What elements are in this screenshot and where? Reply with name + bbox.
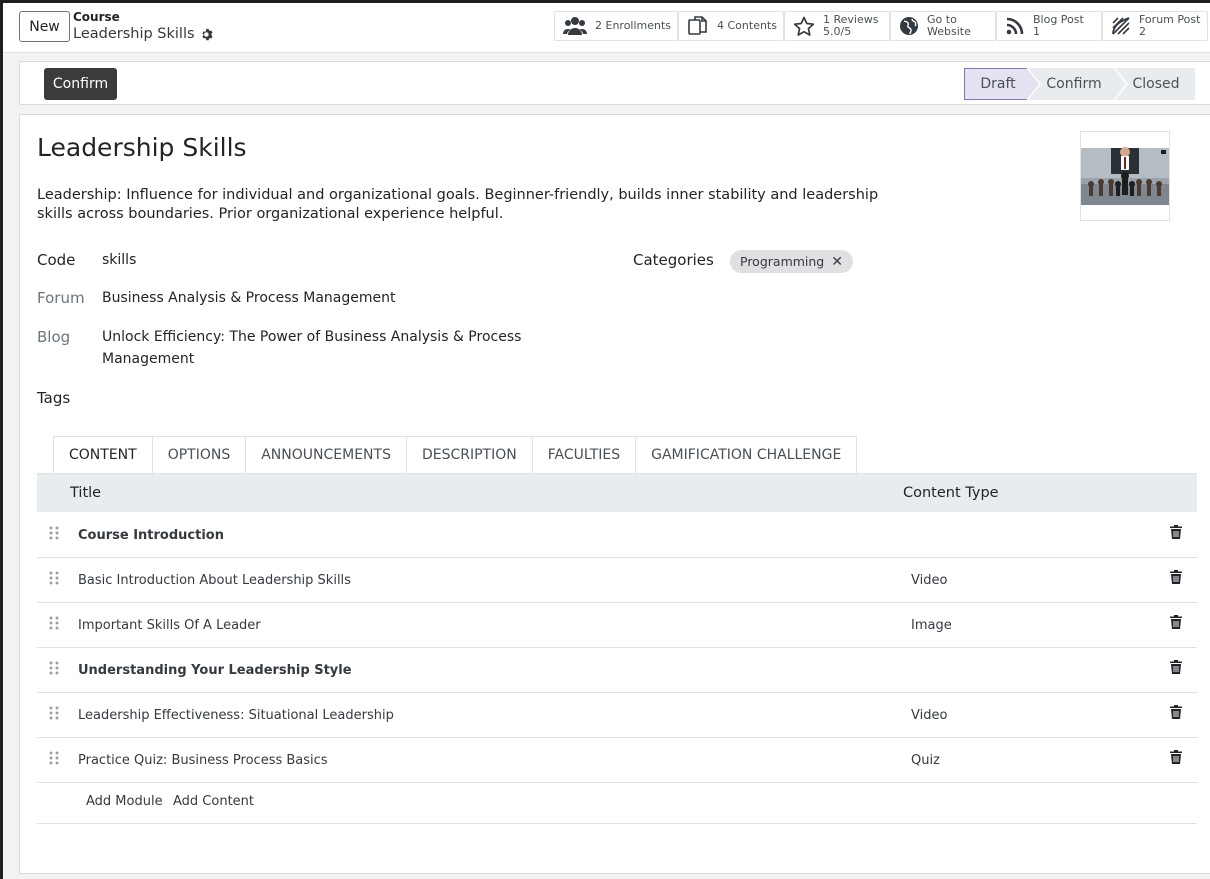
add-module-link[interactable]: Add Module [86, 794, 163, 809]
forum-post-stat-button[interactable]: Forum Post 2 [1102, 11, 1208, 41]
drag-handle-icon[interactable] [49, 571, 59, 587]
website-stat-button[interactable]: Go to Website [890, 11, 996, 41]
forum-post-line1: Forum Post [1139, 13, 1201, 26]
tab-options[interactable]: OPTIONS [151, 436, 247, 473]
drag-handle-icon[interactable] [49, 706, 59, 722]
rss-icon [1006, 17, 1024, 35]
form-sheet: Leadership Skills Leadership: Influence … [19, 114, 1210, 874]
course-description[interactable]: Leadership: Influence for individual and… [37, 186, 917, 224]
row-title: Leadership Effectiveness: Situational Le… [78, 708, 394, 723]
confirm-button[interactable]: Confirm [44, 68, 117, 100]
stage-confirm[interactable]: Confirm [1042, 68, 1106, 100]
contents-stat-button[interactable]: 4 Contents [678, 11, 784, 41]
trash-icon[interactable] [1170, 570, 1182, 584]
stage-closed[interactable]: Closed [1128, 68, 1184, 100]
contents-label: 4 Contents [717, 19, 777, 32]
stage-draft[interactable]: Draft [970, 68, 1026, 100]
blog-post-stat-button[interactable]: Blog Post 1 [996, 11, 1102, 41]
tab-content[interactable]: CONTENT [53, 436, 153, 473]
forum-value[interactable]: Business Analysis & Process Management [102, 287, 395, 309]
tab-faculties[interactable]: FACULTIES [531, 436, 637, 473]
enrollments-label: 2 Enrollments [595, 19, 672, 32]
globe-icon [900, 17, 918, 35]
content-table-header: Title Content Type [37, 473, 1197, 512]
add-content-link[interactable]: Add Content [173, 794, 254, 809]
breadcrumb-record-label: Leadership Skills [73, 26, 195, 42]
categories-label: Categories [633, 251, 714, 269]
tag-remove-icon[interactable]: ✕ [831, 254, 843, 270]
trash-icon[interactable] [1170, 525, 1182, 539]
forum-post-text: Forum Post 2 [1139, 14, 1200, 38]
course-image[interactable] [1080, 131, 1170, 221]
tags-label: Tags [37, 389, 71, 407]
copy-icon [688, 16, 707, 35]
status-bar: Confirm Draft Confirm Closed [19, 61, 1210, 105]
blog-post-line2: 1 [1033, 25, 1040, 38]
course-image-picture [1081, 147, 1169, 205]
blog-value[interactable]: Unlock Efficiency: The Power of Business… [102, 326, 542, 370]
notebook-tabs: CONTENT OPTIONS ANNOUNCEMENTS DESCRIPTIO… [53, 436, 858, 473]
breadcrumb-model[interactable]: Course [73, 10, 120, 24]
enrollments-stat-button[interactable]: 2 Enrollments [554, 11, 678, 41]
breadcrumb-record: Leadership Skills [73, 26, 214, 42]
row-type: Quiz [911, 753, 940, 768]
tab-announcements[interactable]: ANNOUNCEMENTS [245, 436, 407, 473]
add-line-row: Add Module Add Content [37, 779, 1197, 824]
users-icon [563, 17, 587, 35]
trash-icon[interactable] [1170, 660, 1182, 674]
row-title: Basic Introduction About Leadership Skil… [78, 573, 351, 588]
reviews-stat-button[interactable]: 1 Reviews 5.0/5 [784, 11, 890, 41]
drag-handle-icon[interactable] [49, 661, 59, 677]
gear-icon[interactable] [201, 28, 214, 41]
trash-icon[interactable] [1170, 705, 1182, 719]
code-value[interactable]: skills [102, 249, 136, 271]
forum-post-line2: 2 [1139, 25, 1146, 38]
reviews-rating: 5.0/5 [823, 25, 852, 38]
row-title: Practice Quiz: Business Process Basics [78, 753, 328, 768]
blog-post-line1: Blog Post [1033, 13, 1084, 26]
code-label: Code [37, 251, 76, 269]
app-window: New Course Leadership Skills 2 Enrollmen… [3, 3, 1210, 879]
category-tag: Programming ✕ [730, 250, 853, 273]
drag-handle-icon[interactable] [49, 751, 59, 767]
table-row[interactable]: Leadership Effectiveness: Situational Le… [37, 693, 1197, 738]
trash-icon[interactable] [1170, 615, 1182, 629]
table-row[interactable]: Course Introduction [37, 513, 1197, 558]
drag-handle-icon[interactable] [49, 526, 59, 542]
row-type: Video [911, 573, 948, 588]
row-title: Important Skills Of A Leader [78, 618, 261, 633]
blog-post-text: Blog Post 1 [1033, 14, 1084, 38]
tab-gamification-challenge[interactable]: GAMIFICATION CHALLENGE [635, 436, 858, 473]
row-type: Video [911, 708, 948, 723]
category-tag-label: Programming [740, 254, 825, 269]
row-title: Course Introduction [78, 528, 224, 543]
table-row[interactable]: Understanding Your Leadership Style [37, 648, 1197, 693]
control-panel: New Course Leadership Skills 2 Enrollmen… [3, 3, 1210, 53]
website-line2: Website [927, 25, 971, 38]
table-row[interactable]: Practice Quiz: Business Process Basics Q… [37, 738, 1197, 783]
column-content-type[interactable]: Content Type [903, 485, 999, 501]
course-title[interactable]: Leadership Skills [37, 133, 247, 162]
row-type: Image [911, 618, 952, 633]
table-row[interactable]: Basic Introduction About Leadership Skil… [37, 558, 1197, 603]
row-title: Understanding Your Leadership Style [78, 663, 352, 678]
reviews-text: 1 Reviews 5.0/5 [823, 14, 878, 38]
table-row[interactable]: Important Skills Of A Leader Image [37, 603, 1197, 648]
drag-handle-icon[interactable] [49, 616, 59, 632]
column-title[interactable]: Title [70, 485, 101, 501]
forum-icon [1112, 17, 1130, 35]
blog-label: Blog [37, 328, 71, 346]
tab-description[interactable]: DESCRIPTION [405, 436, 533, 473]
star-icon [793, 16, 815, 36]
new-button[interactable]: New [19, 11, 70, 42]
trash-icon[interactable] [1170, 750, 1182, 764]
website-text: Go to Website [927, 14, 971, 38]
forum-label: Forum [37, 289, 85, 307]
stage-pipeline: Draft Confirm Closed [964, 68, 1195, 100]
